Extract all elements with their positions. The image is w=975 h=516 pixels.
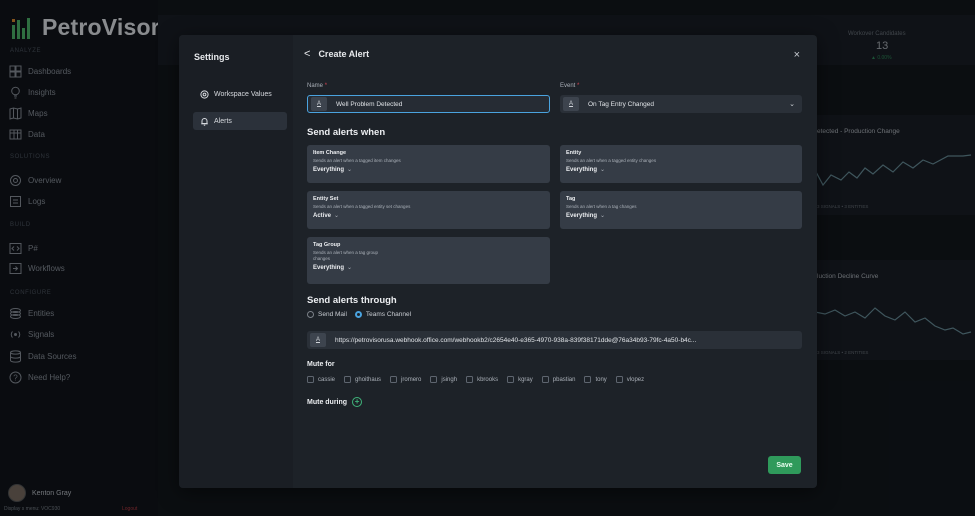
checkbox-label: tony bbox=[595, 376, 607, 383]
checkbox-label: kgray bbox=[518, 376, 533, 383]
condition-desc: Sends an alert when a tag changes bbox=[566, 204, 637, 209]
condition-value-select[interactable]: Everything ⌄ bbox=[313, 166, 544, 173]
event-select-value: On Tag Entry Changed bbox=[588, 100, 655, 108]
back-button[interactable]: < bbox=[304, 48, 310, 60]
teams-channel-radio[interactable] bbox=[354, 311, 362, 318]
text-type-badge: A bbox=[311, 97, 327, 111]
chevron-down-icon: ⌄ bbox=[347, 265, 353, 272]
chevron-down-icon: ⌄ bbox=[600, 213, 606, 220]
checkbox[interactable] bbox=[466, 376, 474, 383]
condition-card-item-change[interactable]: Item Change Sends an alert when a tagged… bbox=[307, 145, 550, 183]
event-select[interactable]: A On Tag Entry Changed ⌄ bbox=[560, 95, 802, 113]
send-mail-label[interactable]: Send Mail bbox=[318, 311, 347, 318]
condition-card-entity-set[interactable]: Entity Set Sends an alert when a tagged … bbox=[307, 191, 550, 229]
gear-icon bbox=[200, 89, 209, 99]
close-button[interactable]: × bbox=[794, 49, 800, 61]
mute-during-row: Mute during + bbox=[307, 397, 363, 407]
name-input-value: Well Problem Detected bbox=[336, 100, 403, 108]
mute-user-checkbox-vlopez[interactable]: vlopez bbox=[615, 376, 645, 383]
settings-item-alerts[interactable]: Alerts bbox=[193, 112, 287, 130]
condition-value-select[interactable]: Everything ⌄ bbox=[566, 212, 796, 219]
mute-for-label: Mute for bbox=[307, 361, 335, 368]
send-mail-radio[interactable] bbox=[307, 311, 314, 318]
checkbox-label: jsingh bbox=[441, 376, 458, 383]
mute-user-checkbox-jsingh[interactable]: jsingh bbox=[430, 376, 457, 383]
settings-item-workspace-values[interactable]: Workspace Values bbox=[193, 85, 287, 103]
create-alert-title: Create Alert bbox=[318, 49, 370, 59]
condition-title: Entity bbox=[566, 150, 582, 156]
chevron-down-icon: ⌄ bbox=[600, 167, 606, 174]
settings-item-label: Workspace Values bbox=[214, 90, 272, 98]
name-input[interactable]: A Well Problem Detected bbox=[307, 95, 550, 113]
condition-desc: Sends an alert when a tag group changes bbox=[313, 250, 379, 262]
mute-during-label: Mute during bbox=[307, 398, 348, 406]
settings-sidebar: Settings Workspace Values Alerts bbox=[179, 35, 293, 488]
mute-user-checkbox-pbastian[interactable]: pbastian bbox=[541, 376, 576, 383]
condition-card-tag-group[interactable]: Tag Group Sends an alert when a tag grou… bbox=[307, 237, 550, 284]
condition-title: Tag bbox=[566, 196, 576, 202]
mute-user-list: cassie ghoithaus jromero jsingh kbrooks … bbox=[307, 376, 644, 383]
checkbox-label: pbastian bbox=[552, 376, 576, 383]
webhook-url-value: https://petrovisorusa.webhook.office.com… bbox=[335, 336, 697, 344]
send-through-heading: Send alerts through bbox=[307, 295, 397, 306]
text-type-badge: A bbox=[310, 333, 326, 347]
condition-card-entity[interactable]: Entity Sends an alert when a tagged enti… bbox=[560, 145, 802, 183]
checkbox[interactable] bbox=[615, 376, 623, 383]
send-when-heading: Send alerts when bbox=[307, 127, 386, 138]
save-button[interactable]: Save bbox=[768, 456, 801, 474]
bell-icon bbox=[201, 117, 208, 126]
mute-user-checkbox-jromero[interactable]: jromero bbox=[390, 376, 421, 383]
condition-desc: Sends an alert when a tagged item change… bbox=[313, 158, 401, 163]
mute-user-checkbox-kbrooks[interactable]: kbrooks bbox=[466, 376, 498, 383]
checkbox-label: vlopez bbox=[626, 376, 645, 383]
event-label: Event * bbox=[560, 83, 580, 89]
condition-title: Item Change bbox=[313, 150, 347, 156]
condition-value-select[interactable]: Active ⌄ bbox=[313, 212, 544, 219]
chevron-down-icon: ⌄ bbox=[347, 167, 353, 174]
condition-value-select[interactable]: Everything ⌄ bbox=[313, 264, 544, 271]
condition-card-tag[interactable]: Tag Sends an alert when a tag changes Ev… bbox=[560, 191, 802, 229]
checkbox[interactable] bbox=[430, 376, 438, 383]
add-circle-icon[interactable]: + bbox=[352, 397, 363, 407]
condition-desc: Sends an alert when a tagged entity set … bbox=[313, 204, 411, 209]
mute-user-checkbox-kgray[interactable]: kgray bbox=[507, 376, 533, 383]
teams-channel-label[interactable]: Teams Channel bbox=[366, 311, 411, 318]
checkbox[interactable] bbox=[307, 376, 314, 383]
text-type-badge: A bbox=[563, 97, 579, 111]
checkbox[interactable] bbox=[344, 376, 352, 383]
checkbox[interactable] bbox=[390, 376, 398, 383]
chevron-down-icon: ⌄ bbox=[334, 213, 340, 220]
settings-item-label: Alerts bbox=[214, 117, 232, 125]
checkbox[interactable] bbox=[584, 376, 592, 383]
condition-title: Tag Group bbox=[313, 242, 341, 248]
settings-modal: Settings Workspace Values Alerts < Creat… bbox=[179, 35, 817, 488]
checkbox-label: jromero bbox=[401, 376, 422, 383]
checkbox-label: cassie bbox=[318, 376, 336, 383]
app-root: PetroVisor ANALYZE Dashboards Insights M… bbox=[0, 0, 975, 516]
condition-title: Entity Set bbox=[313, 196, 339, 202]
checkbox[interactable] bbox=[541, 376, 549, 383]
mute-user-checkbox-tony[interactable]: tony bbox=[584, 376, 607, 383]
checkbox[interactable] bbox=[507, 376, 515, 383]
name-label: Name * bbox=[307, 83, 328, 89]
create-alert-header: < Create Alert bbox=[304, 48, 369, 60]
checkbox-label: kbrooks bbox=[477, 376, 499, 383]
checkbox-label: ghoithaus bbox=[355, 376, 382, 383]
channel-radio-group: Send Mail Teams Channel bbox=[307, 311, 411, 318]
condition-desc: Sends an alert when a tagged entity chan… bbox=[566, 158, 657, 163]
mute-user-checkbox-ghoithaus[interactable]: ghoithaus bbox=[344, 376, 381, 383]
condition-value-select[interactable]: Everything ⌄ bbox=[566, 166, 796, 173]
settings-title: Settings bbox=[194, 52, 230, 62]
mute-user-checkbox-cassie[interactable]: cassie bbox=[307, 376, 335, 383]
webhook-url-input[interactable]: A https://petrovisorusa.webhook.office.c… bbox=[307, 331, 802, 349]
chevron-down-icon: ⌄ bbox=[789, 101, 795, 108]
